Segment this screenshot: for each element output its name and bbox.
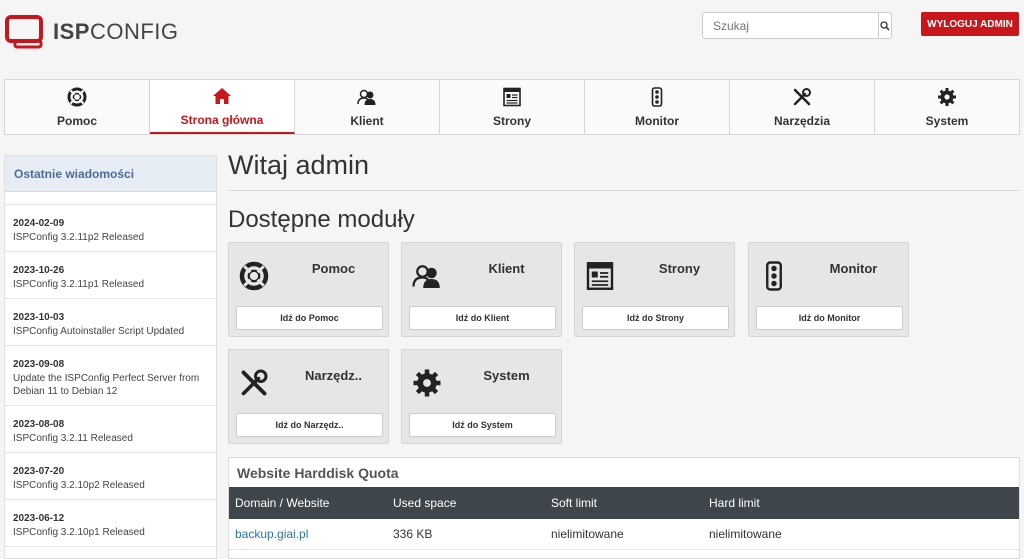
news-item[interactable]: 2023-06-12 ISPConfig 3.2.10p1 Released	[5, 500, 216, 547]
nav-item-klient[interactable]: Klient	[295, 80, 440, 134]
nav-item-pomoc[interactable]: Pomoc	[5, 80, 150, 134]
gear-icon	[413, 369, 441, 397]
search-input[interactable]	[703, 13, 878, 38]
news-date: 2023-08-08	[13, 419, 65, 430]
logout-button[interactable]: WYLOGUJ ADMIN	[921, 12, 1019, 36]
nav-item-system[interactable]: System	[875, 80, 1019, 134]
module-title: Klient	[488, 261, 525, 276]
search-button[interactable]	[878, 13, 891, 38]
news-date: 2023-06-12	[13, 513, 65, 524]
table-header-row: Domain / Website Used space Soft limit H…	[229, 487, 1019, 519]
nav-label: Narzędzia	[773, 113, 831, 128]
domain-link[interactable]: backup.giai.pl	[235, 527, 308, 541]
nav-label: Strony	[492, 113, 531, 128]
cell-used: 336 KB	[387, 519, 545, 550]
news-heading: Ostatnie wiadomości	[5, 156, 216, 192]
news-date: 2023-07-20	[13, 466, 65, 477]
lifebuoy-icon	[67, 87, 87, 106]
nav-label: System	[925, 113, 969, 128]
table-row: backup.giai.pl 336 KB nielimitowane niel…	[229, 519, 1019, 550]
home-icon	[213, 87, 231, 104]
module-tile-pomoc: Pomoc Idź do Pomoc	[228, 242, 389, 337]
news-item[interactable]: 2023-09-08 Update the ISPConfig Perfect …	[5, 346, 216, 406]
quota-table: Domain / Website Used space Soft limit H…	[229, 487, 1019, 550]
news-date: 2024-02-09	[13, 218, 65, 229]
browser-window-icon	[503, 87, 521, 106]
column-header: Used space	[387, 487, 545, 519]
nav-item-strony[interactable]: Strony	[440, 80, 585, 134]
module-title: Narzędz..	[304, 368, 363, 383]
go-to-klient-button[interactable]: Idź do Klient	[409, 306, 556, 330]
search-icon	[880, 20, 890, 31]
users-icon	[357, 89, 376, 105]
cell-soft: nielimitowane	[545, 519, 703, 550]
users-icon	[412, 265, 440, 288]
divider	[228, 190, 1020, 191]
go-to-pomoc-button[interactable]: Idź do Pomoc	[236, 306, 383, 330]
news-date: 2023-09-08	[13, 359, 65, 370]
logo-mark-icon	[5, 15, 47, 49]
module-title: Pomoc	[311, 261, 356, 276]
cell-hard: nielimitowane	[703, 519, 1019, 550]
news-title[interactable]: ISPConfig Autoinstaller Script Updated	[13, 325, 208, 338]
news-item[interactable]: 2023-06-02	[5, 547, 216, 559]
browser-window-icon	[586, 262, 614, 290]
ispconfig-logo[interactable]: ISPCONFIG	[5, 14, 178, 50]
module-tile-strony: Strony Idź do Strony	[574, 242, 735, 337]
tools-icon	[241, 369, 268, 396]
news-title[interactable]: ISPConfig 3.2.10p2 Released	[13, 479, 208, 492]
nav-label: Monitor	[635, 113, 679, 128]
news-title[interactable]: ISPConfig 3.2.10p1 Released	[13, 526, 208, 539]
news-item[interactable]: 2023-10-03 ISPConfig Autoinstaller Scrip…	[5, 299, 216, 346]
news-date: 2023-10-03	[13, 312, 65, 323]
traffic-light-icon	[766, 261, 782, 291]
news-item[interactable]: 2023-07-20 ISPConfig 3.2.10p2 Released	[5, 453, 216, 500]
nav-label: Klient	[350, 113, 384, 128]
news-date: 2023-10-26	[13, 265, 65, 276]
nav-item-narzedzia[interactable]: Narzędzia	[730, 80, 875, 134]
column-header: Soft limit	[545, 487, 703, 519]
lifebuoy-icon	[239, 261, 269, 291]
news-item[interactable]: 2024-02-09 ISPConfig 3.2.11p2 Released	[5, 205, 216, 252]
quota-title: Website Harddisk Quota	[237, 464, 399, 481]
nav-label: Pomoc	[56, 113, 97, 128]
news-item[interactable]: 2023-10-26 ISPConfig 3.2.11p1 Released	[5, 252, 216, 299]
news-title[interactable]: ISPConfig 3.2.11 Released	[13, 432, 208, 445]
page-title: Witaj admin	[228, 150, 370, 180]
main-nav: Pomoc Strona główna Klient Strony Monito…	[4, 79, 1020, 135]
nav-item-strona-glowna[interactable]: Strona główna	[150, 80, 295, 134]
module-title: System	[483, 368, 530, 383]
module-tile-monitor: Monitor Idź do Monitor	[748, 242, 909, 337]
tools-icon	[793, 87, 811, 105]
news-title[interactable]: ISPConfig 3.2.11p2 Released	[13, 231, 208, 244]
go-to-strony-button[interactable]: Idź do Strony	[582, 306, 729, 330]
nav-item-monitor[interactable]: Monitor	[585, 80, 730, 134]
module-tile-narzedzia: Narzędz.. Idź do Narzędz..	[228, 349, 389, 444]
column-header: Domain / Website	[229, 487, 387, 519]
go-to-narzedzia-button[interactable]: Idź do Narzędz..	[236, 413, 383, 437]
column-header: Hard limit	[703, 487, 1019, 519]
search-box	[702, 12, 892, 39]
module-title: Strony	[658, 261, 701, 276]
cell-domain: backup.giai.pl	[229, 519, 387, 550]
logo-text: ISPCONFIG	[53, 19, 179, 44]
go-to-monitor-button[interactable]: Idź do Monitor	[756, 306, 903, 330]
module-tile-klient: Klient Idź do Klient	[401, 242, 562, 337]
gear-icon	[938, 87, 956, 106]
modules-heading: Dostępne moduły	[228, 206, 415, 233]
news-title[interactable]: Update the ISPConfig Perfect Server from…	[13, 372, 208, 398]
news-item[interactable]: 2023-08-08 ISPConfig 3.2.11 Released	[5, 406, 216, 453]
news-sidebar: Ostatnie wiadomości 2024-02-09 ISPConfig…	[4, 155, 217, 559]
website-quota-panel: Website Harddisk Quota Domain / Website …	[228, 457, 1020, 559]
nav-label: Strona główna	[180, 112, 264, 127]
module-tile-system: System Idź do System	[401, 349, 562, 444]
module-title: Monitor	[829, 261, 878, 276]
go-to-system-button[interactable]: Idź do System	[409, 413, 556, 437]
traffic-light-icon	[651, 86, 663, 107]
news-title[interactable]: ISPConfig 3.2.11p1 Released	[13, 278, 208, 291]
news-list: 2024-02-09 ISPConfig 3.2.11p2 Released 2…	[5, 204, 216, 559]
